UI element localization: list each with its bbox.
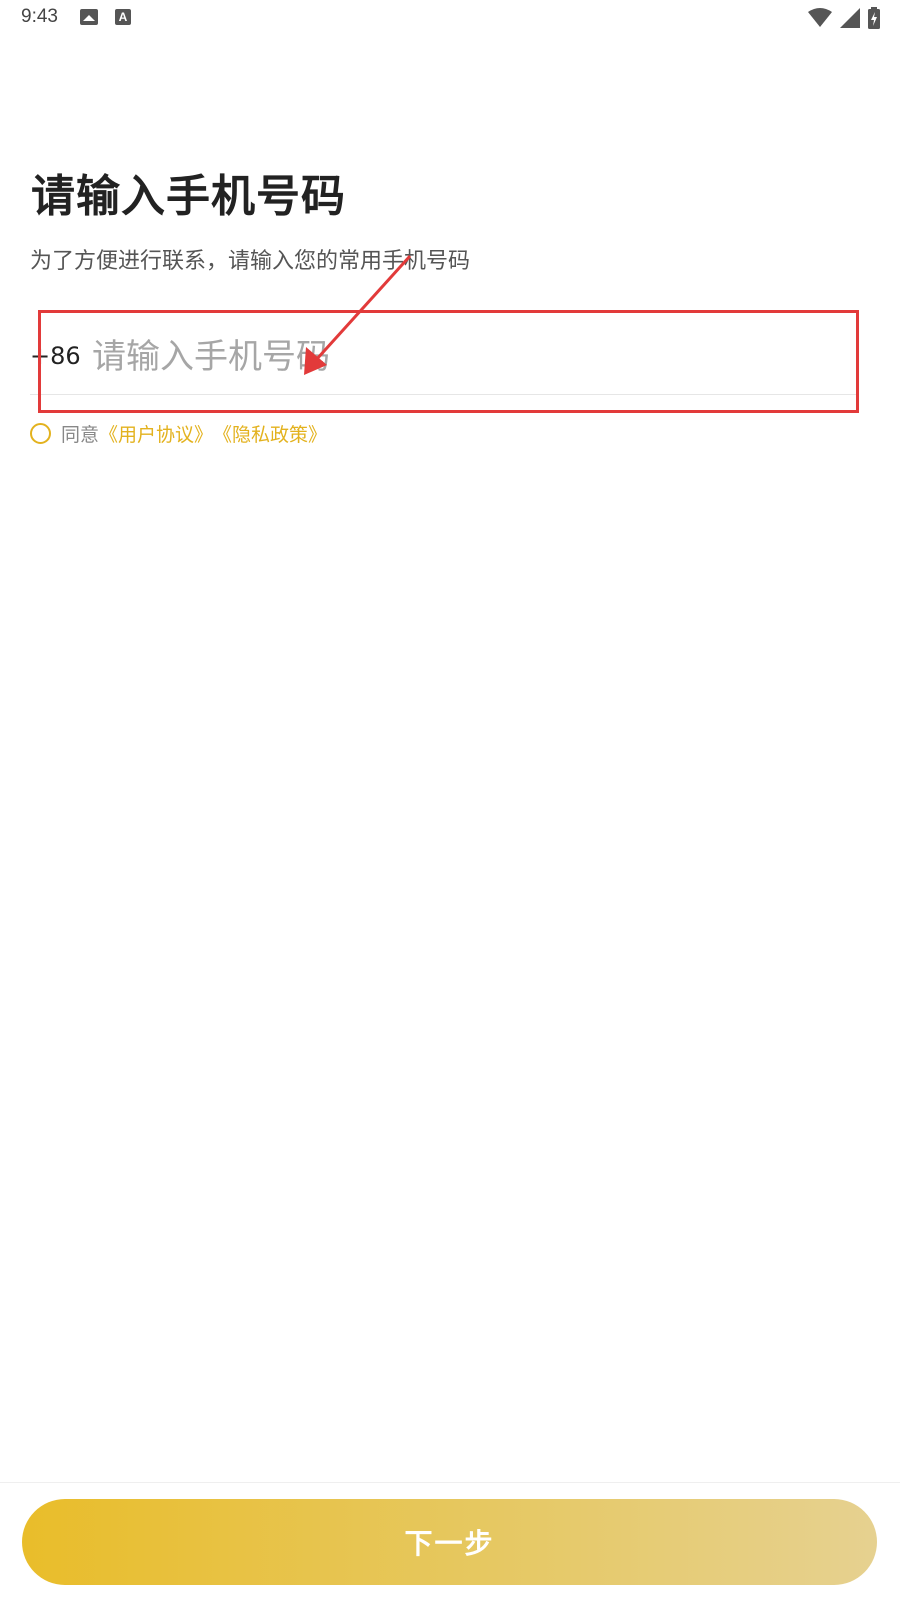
wifi-icon — [808, 8, 832, 27]
user-agreement-link[interactable]: 《用户协议》 — [99, 420, 213, 447]
annotation-arrow — [304, 254, 412, 375]
bottom-divider — [0, 1482, 900, 1483]
agreement-row: 同意 《用户协议》 《隐私政策》 — [30, 420, 327, 446]
image-icon — [80, 9, 98, 25]
privacy-policy-link[interactable]: 《隐私政策》 — [213, 420, 327, 447]
font-icon: A — [115, 9, 131, 25]
page-title: 请输入手机号码 — [31, 171, 346, 222]
phone-login-screen: 9:43 A 请输入手机号码 为了方便进行联系，请输入您的常用手机号码 +86 … — [0, 0, 900, 1600]
country-code[interactable]: +86 — [30, 342, 81, 370]
agree-radio-button[interactable] — [30, 422, 51, 444]
next-step-button[interactable]: 下一步 — [22, 1499, 877, 1585]
status-bar: 9:43 A — [0, 0, 900, 36]
agree-prefix-text: 同意 — [61, 423, 100, 446]
battery-charging-icon — [868, 7, 880, 29]
phone-input-row: +86 — [30, 322, 858, 395]
status-right-icons — [808, 7, 880, 29]
page-subtitle: 为了方便进行联系，请输入您的常用手机号码 — [30, 249, 471, 274]
phone-number-input[interactable] — [90, 328, 854, 386]
status-time: 9:43 — [21, 6, 58, 27]
signal-icon — [840, 8, 860, 28]
